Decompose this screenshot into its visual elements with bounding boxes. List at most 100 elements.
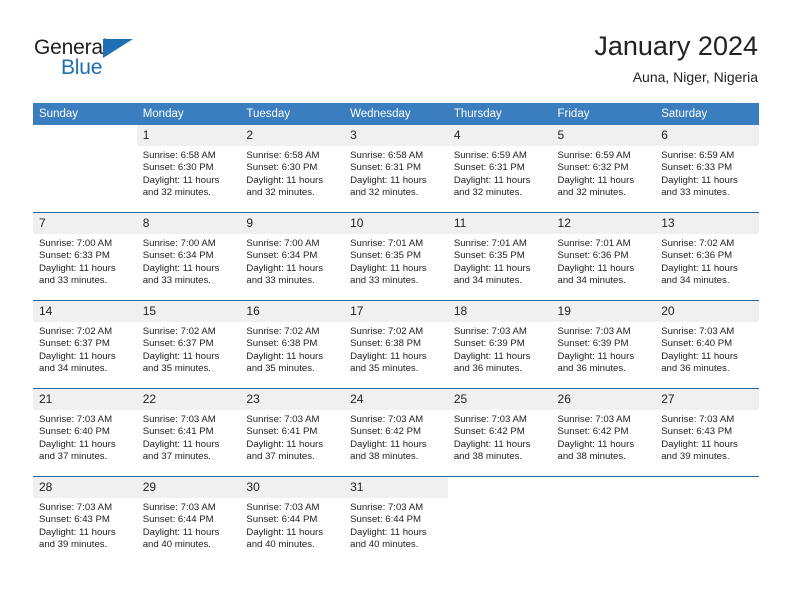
daylight-text-line1: Daylight: 11 hours (142, 526, 220, 538)
day-sun-info: Sunrise: 7:01 AM Sunset: 6:35 PM Daylight:… (448, 234, 552, 300)
daylight-text-line2: and 34 minutes. (557, 274, 626, 286)
daylight-text-line1: Daylight: 11 hours (142, 262, 220, 274)
calendar-day-cell[interactable]: 2 Sunrise: 6:58 AM Sunset: 6:30 PM Daylight… (240, 125, 345, 212)
day-sun-info: Sunrise: 7:01 AM Sunset: 6:36 PM Daylight:… (552, 234, 656, 300)
calendar-day-cell[interactable]: 12 Sunrise: 7:01 AM Sunset: 6:36 PM Dayligh… (551, 213, 656, 300)
logo-triangle-icon (103, 39, 133, 58)
day-sun-info: Sunrise: 6:58 AM Sunset: 6:30 PM Daylight:… (137, 146, 241, 212)
calendar-day-cell[interactable]: 3 Sunrise: 6:58 AM Sunset: 6:31 PM Daylight… (344, 125, 448, 212)
calendar-day-cell[interactable]: 13 Sunrise: 7:02 AM Sunset: 6:36 PM Dayligh… (655, 213, 759, 300)
sunrise-text: Sunrise: 7:03 AM (350, 502, 424, 513)
day-number: 29 (136, 477, 241, 498)
sunrise-text: Sunrise: 7:03 AM (453, 414, 527, 425)
day-number: 12 (551, 213, 656, 234)
day-number: 26 (551, 389, 656, 410)
sunrise-text: Sunrise: 7:02 AM (39, 326, 113, 337)
calendar-day-cell[interactable]: 8 Sunrise: 7:00 AM Sunset: 6:34 PM Daylight… (136, 213, 241, 300)
sunrise-text: Sunrise: 7:02 AM (246, 326, 320, 337)
daylight-text-line1: Daylight: 11 hours (661, 174, 738, 186)
calendar-day-cell[interactable]: 25 Sunrise: 7:03 AM Sunset: 6:42 PM Dayligh… (447, 389, 552, 476)
sunset-text: Sunset: 6:34 PM (142, 250, 214, 262)
calendar-day-cell[interactable]: 17 Sunrise: 7:02 AM Sunset: 6:38 PM Dayligh… (344, 301, 448, 388)
sunset-text: Sunset: 6:44 PM (142, 514, 214, 526)
sunrise-text: Sunrise: 7:03 AM (246, 414, 320, 425)
sunrise-text: Sunrise: 7:03 AM (557, 414, 631, 425)
day-sun-info: Sunrise: 7:02 AM Sunset: 6:38 PM Daylight:… (344, 322, 448, 388)
daylight-text-line1: Daylight: 11 hours (246, 350, 324, 362)
calendar-day-cell[interactable]: 30 Sunrise: 7:03 AM Sunset: 6:44 PM Dayligh… (240, 477, 345, 564)
calendar-day-cell[interactable]: 16 Sunrise: 7:02 AM Sunset: 6:38 PM Dayligh… (240, 301, 345, 388)
calendar-page: General Blue January 2024 Auna, Niger, N… (0, 0, 792, 612)
calendar-day-cell[interactable]: 24 Sunrise: 7:03 AM Sunset: 6:42 PM Dayligh… (344, 389, 448, 476)
day-number (33, 125, 137, 146)
calendar-day-cell[interactable]: 28 Sunrise: 7:03 AM Sunset: 6:43 PM Dayligh… (33, 477, 137, 564)
calendar-day-cell[interactable]: 15 Sunrise: 7:02 AM Sunset: 6:37 PM Dayligh… (136, 301, 241, 388)
daylight-text-line2: and 36 minutes. (557, 362, 626, 374)
daylight-text-line2: and 40 minutes. (142, 538, 211, 550)
calendar-day-cell[interactable]: 5 Sunrise: 6:59 AM Sunset: 6:32 PM Daylight… (551, 125, 656, 212)
calendar-day-cell[interactable]: 7 Sunrise: 7:00 AM Sunset: 6:33 PM Daylight… (33, 213, 137, 300)
calendar-day-cell[interactable]: 18 Sunrise: 7:03 AM Sunset: 6:39 PM Dayligh… (447, 301, 552, 388)
calendar-day-cell[interactable]: 14 Sunrise: 7:02 AM Sunset: 6:37 PM Dayligh… (33, 301, 137, 388)
day-sun-info: Sunrise: 6:59 AM Sunset: 6:31 PM Daylight:… (448, 146, 552, 212)
calendar-day-cell[interactable]: 26 Sunrise: 7:03 AM Sunset: 6:42 PM Dayligh… (551, 389, 656, 476)
daylight-text-line2: and 34 minutes. (39, 362, 108, 374)
calendar-day-cell[interactable]: 1 Sunrise: 6:58 AM Sunset: 6:30 PM Daylight… (136, 125, 241, 212)
day-sun-info: Sunrise: 7:03 AM Sunset: 6:44 PM Daylight:… (240, 498, 344, 564)
sunrise-text: Sunrise: 7:03 AM (142, 414, 216, 425)
day-number: 14 (33, 301, 137, 322)
sunrise-text: Sunrise: 7:02 AM (350, 326, 424, 337)
day-number: 9 (240, 213, 345, 234)
day-sun-info: Sunrise: 6:58 AM Sunset: 6:31 PM Daylight:… (344, 146, 448, 212)
daylight-text-line1: Daylight: 11 hours (246, 174, 324, 186)
calendar-day-cell[interactable]: 6 Sunrise: 6:59 AM Sunset: 6:33 PM Daylight… (655, 125, 759, 212)
calendar-day-cell[interactable]: 20 Sunrise: 7:03 AM Sunset: 6:40 PM Dayligh… (655, 301, 759, 388)
calendar-day-cell[interactable]: 31 Sunrise: 7:03 AM Sunset: 6:44 PM Dayligh… (344, 477, 448, 564)
sunset-text: Sunset: 6:36 PM (557, 250, 629, 262)
daylight-text-line2: and 38 minutes. (350, 450, 419, 462)
calendar-day-cell[interactable]: 9 Sunrise: 7:00 AM Sunset: 6:34 PM Daylight… (240, 213, 345, 300)
daylight-text-line2: and 40 minutes. (350, 538, 419, 550)
daylight-text-line2: and 33 minutes. (661, 186, 730, 198)
day-sun-info: Sunrise: 7:02 AM Sunset: 6:37 PM Daylight:… (137, 322, 241, 388)
day-number: 22 (136, 389, 241, 410)
daylight-text-line2: and 32 minutes. (142, 186, 211, 198)
calendar-day-cell[interactable]: 11 Sunrise: 7:01 AM Sunset: 6:35 PM Dayligh… (447, 213, 552, 300)
sunrise-text: Sunrise: 6:59 AM (557, 150, 631, 161)
daylight-text-line1: Daylight: 11 hours (661, 262, 738, 274)
calendar-day-cell[interactable]: 10 Sunrise: 7:01 AM Sunset: 6:35 PM Dayligh… (344, 213, 448, 300)
page-header: General Blue January 2024 Auna, Niger, N… (0, 0, 792, 100)
day-sun-info (448, 498, 552, 564)
calendar-day-cell[interactable]: 22 Sunrise: 7:03 AM Sunset: 6:41 PM Dayligh… (136, 389, 241, 476)
daylight-text-line2: and 37 minutes. (246, 450, 315, 462)
day-number: 8 (136, 213, 241, 234)
day-sun-info: Sunrise: 7:03 AM Sunset: 6:42 PM Daylight:… (344, 410, 448, 476)
calendar-empty-cell (655, 477, 759, 564)
sunset-text: Sunset: 6:42 PM (350, 426, 422, 438)
calendar-day-cell[interactable]: 29 Sunrise: 7:03 AM Sunset: 6:44 PM Dayligh… (136, 477, 241, 564)
daylight-text-line2: and 37 minutes. (142, 450, 211, 462)
calendar-day-cell[interactable]: 23 Sunrise: 7:03 AM Sunset: 6:41 PM Dayligh… (240, 389, 345, 476)
calendar-day-cell[interactable]: 21 Sunrise: 7:03 AM Sunset: 6:40 PM Dayligh… (33, 389, 137, 476)
day-sun-info: Sunrise: 6:59 AM Sunset: 6:32 PM Daylight:… (552, 146, 656, 212)
day-sun-info: Sunrise: 7:02 AM Sunset: 6:36 PM Daylight:… (655, 234, 759, 300)
daylight-text-line2: and 36 minutes. (661, 362, 730, 374)
sunrise-text: Sunrise: 7:03 AM (39, 502, 113, 513)
daylight-text-line2: and 34 minutes. (453, 274, 523, 286)
daylight-text-line2: and 35 minutes. (246, 362, 315, 374)
sunrise-text: Sunrise: 7:03 AM (661, 414, 735, 425)
calendar-day-cell[interactable]: 19 Sunrise: 7:03 AM Sunset: 6:39 PM Dayligh… (551, 301, 656, 388)
calendar-day-cell[interactable]: 27 Sunrise: 7:03 AM Sunset: 6:43 PM Dayligh… (655, 389, 759, 476)
day-number: 7 (33, 213, 137, 234)
page-subtitle: Auna, Niger, Nigeria (632, 69, 758, 85)
calendar-day-cell[interactable]: 4 Sunrise: 6:59 AM Sunset: 6:31 PM Daylight… (447, 125, 552, 212)
daylight-text-line1: Daylight: 11 hours (453, 350, 531, 362)
day-sun-info: Sunrise: 7:00 AM Sunset: 6:33 PM Daylight:… (33, 234, 137, 300)
day-sun-info: Sunrise: 7:01 AM Sunset: 6:35 PM Daylight:… (344, 234, 448, 300)
weekday-header-wednesday: Wednesday (344, 103, 448, 125)
day-sun-info: Sunrise: 6:59 AM Sunset: 6:33 PM Daylight:… (655, 146, 759, 212)
sunrise-text: Sunrise: 7:03 AM (39, 414, 113, 425)
day-sun-info (33, 146, 137, 212)
day-sun-info: Sunrise: 7:02 AM Sunset: 6:38 PM Daylight:… (240, 322, 344, 388)
day-sun-info: Sunrise: 7:03 AM Sunset: 6:43 PM Daylight:… (655, 410, 759, 476)
